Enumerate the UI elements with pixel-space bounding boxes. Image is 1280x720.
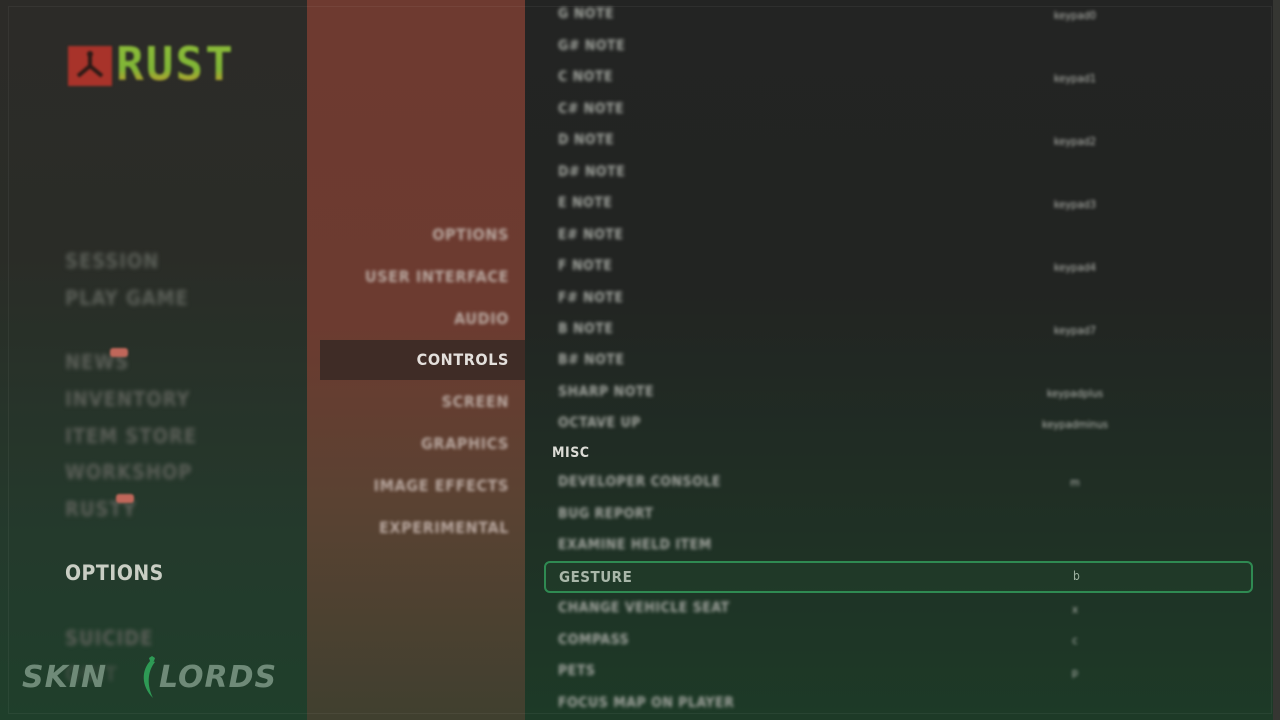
key-value: keypadminus	[1042, 418, 1109, 431]
bind-row-label[interactable]: G# NOTE	[558, 38, 625, 54]
key-value: keypad0	[1053, 9, 1097, 22]
key-value: keypad4	[1053, 261, 1097, 274]
bind-row-label[interactable]: SHARP NOTE	[558, 384, 654, 400]
key-value: keypad3	[1053, 198, 1097, 211]
tab-experimental[interactable]: EXPERIMENTAL	[379, 518, 509, 537]
menu-item-item-store[interactable]: ITEM STORE	[65, 424, 197, 448]
bind-row-label[interactable]: OCTAVE UP	[558, 415, 641, 431]
menu-item-workshop[interactable]: WORKSHOP	[65, 460, 192, 484]
bind-row-label[interactable]: E NOTE	[558, 195, 612, 211]
misc-section-header: MISC	[552, 445, 590, 461]
bind-row-label[interactable]: D# NOTE	[558, 164, 625, 180]
bind-row-label[interactable]: D NOTE	[558, 132, 614, 148]
bind-row-label[interactable]: BUG REPORT	[558, 506, 653, 522]
bind-row-selected[interactable]: GESTURE b	[544, 561, 1253, 593]
bind-row-label[interactable]: B# NOTE	[558, 352, 624, 368]
bind-row-label[interactable]: FOCUS MAP ON PLAYER	[558, 695, 734, 711]
news-new-badge	[110, 348, 128, 357]
tab-user-interface[interactable]: USER INTERFACE	[365, 267, 509, 286]
watermark-text-left: SKIN	[22, 660, 108, 695]
tab-screen[interactable]: SCREEN	[442, 392, 509, 411]
bind-row-label[interactable]: G NOTE	[558, 6, 614, 22]
menu-item-play-game[interactable]: PLAY GAME	[65, 286, 189, 310]
scrollbar-track[interactable]	[1273, 0, 1280, 720]
tab-graphics[interactable]: GRAPHICS	[421, 434, 509, 453]
bind-row-label[interactable]: PETS	[558, 663, 596, 679]
key-value: keypad2	[1053, 135, 1097, 148]
bind-row-label[interactable]: CHANGE VEHICLE SEAT	[558, 600, 730, 616]
rusty-new-badge	[116, 494, 134, 503]
scimitar-icon	[143, 656, 155, 698]
key-value: keypad1	[1053, 72, 1097, 85]
menu-item-inventory[interactable]: INVENTORY	[65, 387, 190, 411]
key-value: keypadplus	[1046, 387, 1104, 400]
controls-keybind-list: G NOTE keypad0 G# NOTE C NOTE keypad1 C#…	[525, 0, 1273, 720]
rust-logo-icon	[68, 46, 112, 86]
bind-row-label[interactable]: EXAMINE HELD ITEM	[558, 537, 712, 553]
options-submenu: OPTIONS USER INTERFACE AUDIO CONTROLS SC…	[307, 0, 525, 720]
bind-row-label[interactable]: C NOTE	[558, 69, 613, 85]
tab-controls[interactable]: CONTROLS	[417, 350, 509, 369]
menu-item-session[interactable]: SESSION	[65, 249, 159, 273]
tab-options[interactable]: OPTIONS	[432, 225, 509, 244]
bind-row-label[interactable]: COMPASS	[558, 632, 629, 648]
bind-row-label: GESTURE	[559, 568, 633, 586]
key-value: c	[1072, 634, 1078, 647]
bind-row-label[interactable]: B NOTE	[558, 321, 613, 337]
bind-row-label[interactable]: F NOTE	[558, 258, 612, 274]
rust-logo-text: RUST	[116, 37, 235, 91]
key-value: p	[1071, 666, 1079, 679]
tab-image-effects[interactable]: IMAGE EFFECTS	[374, 476, 509, 495]
key-value: m	[1070, 476, 1080, 489]
menu-item-suicide[interactable]: SUICIDE	[65, 626, 153, 650]
tab-audio[interactable]: AUDIO	[454, 309, 509, 328]
bind-row-key[interactable]: b	[1073, 569, 1080, 583]
bind-row-label[interactable]: DEVELOPER CONSOLE	[558, 474, 721, 490]
game-options-screen: RUST SESSION PLAY GAME NEWS INVENTORY IT…	[0, 0, 1280, 720]
menu-item-options[interactable]: OPTIONS	[65, 561, 164, 585]
rust-logo: RUST	[66, 38, 258, 90]
bind-row-label[interactable]: F# NOTE	[558, 290, 624, 306]
key-value: keypad7	[1053, 324, 1097, 337]
bind-row-label[interactable]: E# NOTE	[558, 227, 624, 243]
bind-row-label[interactable]: C# NOTE	[558, 101, 624, 117]
watermark-text-right: LORDS	[159, 660, 278, 695]
key-value: x	[1072, 603, 1078, 616]
